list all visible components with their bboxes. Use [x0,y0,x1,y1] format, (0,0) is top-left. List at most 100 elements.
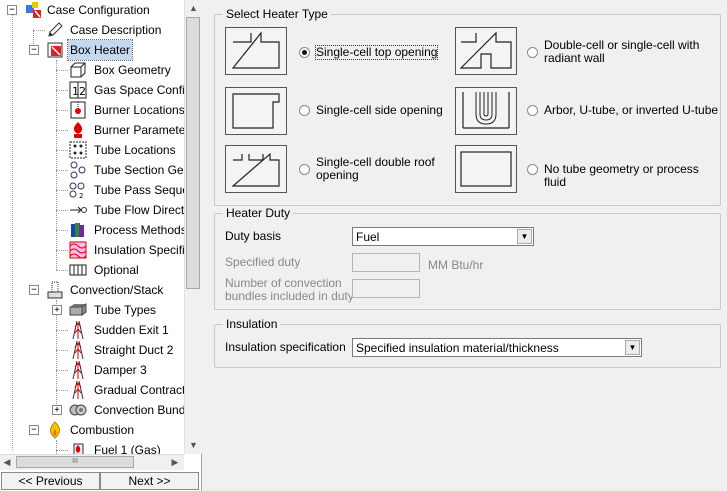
scroll-up-icon[interactable]: ▲ [185,0,202,17]
tree-item-insulation[interactable]: Insulation Specifi [0,240,184,260]
tree-item-damper[interactable]: Damper 3 [0,360,184,380]
option-label[interactable]: Single-cell side opening [316,104,443,117]
chevron-down-icon[interactable]: ▼ [517,229,532,244]
tree-item-combustion[interactable]: − Combustion [0,420,184,440]
scroll-left-icon[interactable]: ◀ [0,454,14,471]
collapse-icon[interactable]: − [29,45,39,55]
option-label[interactable]: No tube geometry or process fluid [544,163,720,189]
tree-item-label: Sudden Exit 1 [94,323,169,337]
navigation-pane: − Case Configuration Case Description − … [0,0,202,491]
tree-item-label: Box Geometry [94,63,171,77]
tree-item-tube-pass[interactable]: 2 Tube Pass Seque [0,180,184,200]
scroll-thumb[interactable] [186,17,200,289]
tree-item-burner-locations[interactable]: Burner Locations [0,100,184,120]
duty-basis-select[interactable]: Fuel ▼ [352,227,534,246]
radio-single-cell-top[interactable] [299,47,310,58]
burner-parameters-icon [73,122,83,138]
tree-vertical-scrollbar[interactable]: ▲ ▼ [184,0,202,454]
expand-icon[interactable]: + [52,405,62,415]
insulation-spec-value: Specified insulation material/thickness [356,341,559,355]
tree-item-label: Process Methods [94,223,184,237]
collapse-icon[interactable]: − [29,425,39,435]
collapse-icon[interactable]: − [7,5,17,15]
tree-item-fuel[interactable]: Fuel 1 (Gas) [0,440,184,454]
tree-item-label: Gas Space Configu [94,83,184,97]
tree-item-label: Straight Duct 2 [94,343,174,357]
radio-no-tube[interactable] [527,164,538,175]
tree-item-process-methods[interactable]: Process Methods [0,220,184,240]
scroll-thumb[interactable]: III [16,456,134,468]
convection-stack-icon [47,281,63,299]
tree-item-label: Tube Flow Direct [94,203,184,217]
tree-item-gradual-contraction[interactable]: Gradual Contract [0,380,184,400]
heater-type-group: Select Heater Type Single-cell top openi… [214,7,721,206]
tree-item-convection-bundle[interactable]: + Convection Bund [0,400,184,420]
optional-icon [69,264,87,276]
tree-item-box-geometry[interactable]: Box Geometry [0,60,184,80]
tree-item-case-configuration[interactable]: − Case Configuration [0,0,184,20]
duty-basis-value: Fuel [356,230,380,244]
tree-item-label: Fuel 1 (Gas) [94,443,161,454]
tree-item-label: Combustion [70,423,135,437]
double-cell-diagram[interactable] [455,27,517,75]
tree-item-straight-duct[interactable]: Straight Duct 2 [0,340,184,360]
svg-text:2: 2 [79,85,86,98]
group-title: Insulation [223,317,281,331]
tree-item-sudden-exit[interactable]: Sudden Exit 1 [0,320,184,340]
bundles-input[interactable] [352,279,420,298]
tree-item-optional[interactable]: Optional [0,260,184,280]
tube-section-icon [70,161,86,179]
tree-item-tube-section[interactable]: Tube Section Geo [0,160,184,180]
tree-item-label: Tube Locations [94,143,176,157]
tree-item-tube-locations[interactable]: Tube Locations [0,140,184,160]
duty-basis-label: Duty basis [225,229,282,243]
wizard-navigation: << Previous Next >> [0,471,201,491]
duct-icon [72,381,84,399]
duct-icon [72,341,84,359]
single-cell-side-opening-diagram[interactable] [225,87,287,135]
specified-duty-unit: MM Btu/hr [428,258,484,272]
specified-duty-input[interactable] [352,253,420,272]
chevron-down-icon[interactable]: ▼ [625,340,640,355]
radio-double-cell[interactable] [527,47,538,58]
process-methods-icon [71,223,84,237]
specified-duty-label: Specified duty [225,255,301,269]
radio-double-roof[interactable] [299,164,310,175]
radio-single-cell-side[interactable] [299,105,310,116]
tree-item-label: Tube Pass Seque [94,183,184,197]
double-roof-opening-diagram[interactable] [225,145,287,193]
tree-item-case-description[interactable]: Case Description [0,20,184,40]
tree-item-tube-types[interactable]: + Tube Types [0,300,184,320]
insulation-spec-label: Insulation specification [225,340,346,354]
duct-icon [72,361,84,379]
tree-item-label: Convection Bund [94,403,184,417]
option-label[interactable]: Single-cell top opening [314,45,439,60]
tree-item-tube-flow[interactable]: Tube Flow Direct [0,200,184,220]
u-tube-diagram[interactable] [455,87,517,135]
insulation-spec-select[interactable]: Specified insulation material/thickness … [352,338,642,357]
scroll-right-icon[interactable]: ▶ [168,454,182,471]
duct-icon [72,321,84,339]
option-label[interactable]: Double-cell or single-cell with radiant … [544,39,719,65]
tree-item-label: Convection/Stack [70,283,164,297]
tree-item-burner-parameters[interactable]: Burner Paramete [0,120,184,140]
collapse-icon[interactable]: − [29,285,39,295]
radio-u-tube[interactable] [527,105,538,116]
insulation-icon [69,241,87,259]
no-tube-diagram[interactable] [455,145,517,193]
single-cell-top-opening-diagram[interactable] [225,27,287,75]
tree-item-gas-space[interactable]: 12 Gas Space Configu [0,80,184,100]
group-title: Select Heater Type [223,7,331,21]
next-button[interactable]: Next >> [100,472,199,490]
svg-text:2: 2 [79,192,83,199]
previous-button[interactable]: << Previous [1,472,100,490]
svg-text:1: 1 [72,85,79,98]
tree-horizontal-scrollbar[interactable]: ◀ III ▶ [0,454,184,470]
option-label[interactable]: Arbor, U-tube, or inverted U-tube [544,104,718,117]
expand-icon[interactable]: + [52,305,62,315]
scroll-down-icon[interactable]: ▼ [185,437,202,454]
tree-item-label: Tube Section Geo [94,163,184,177]
tree-item-convection-stack[interactable]: − Convection/Stack [0,280,184,300]
tree-item-box-heater[interactable]: − Box Heater [0,39,184,61]
option-label[interactable]: Single-cell double roof opening [316,156,436,182]
